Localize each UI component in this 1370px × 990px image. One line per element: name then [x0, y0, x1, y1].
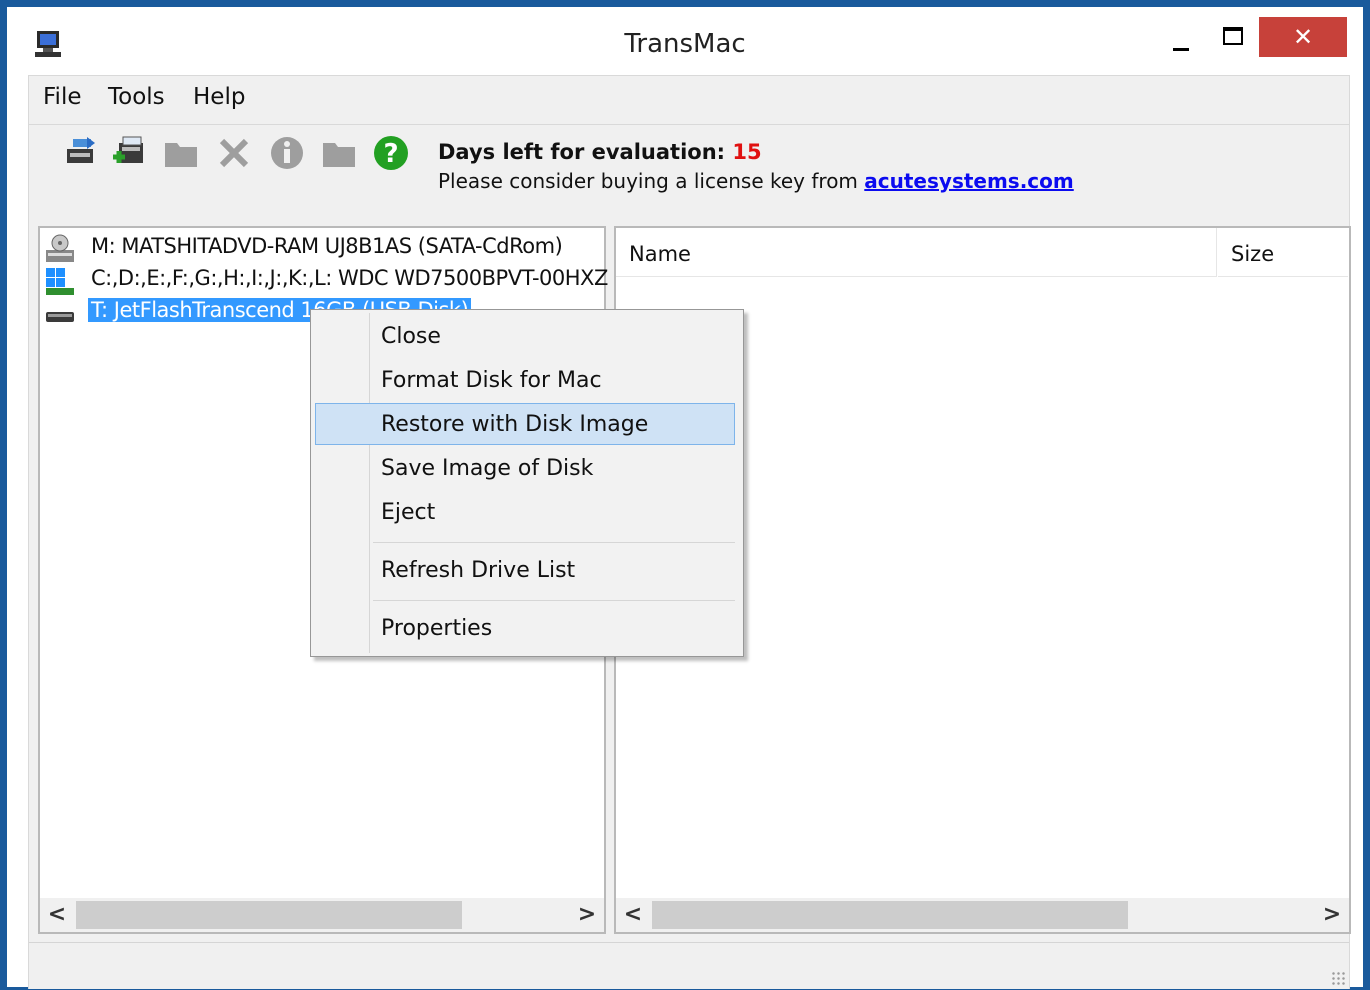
folder-icon[interactable]: [163, 135, 199, 171]
context-menu: Close Format Disk for Mac Restore with D…: [310, 309, 744, 657]
column-header-size[interactable]: Size: [1218, 228, 1348, 277]
menu-item-label: Close: [381, 324, 441, 349]
license-link[interactable]: acutesystems.com: [864, 169, 1073, 193]
scroll-left-arrow[interactable]: <: [40, 898, 74, 932]
menu-item-save-image[interactable]: Save Image of Disk: [315, 447, 735, 489]
drive-label: C:,D:,E:,F:,G:,H:,I:,J:,K:,L: WDC WD7500…: [91, 266, 608, 290]
scroll-left-arrow[interactable]: <: [616, 898, 650, 932]
list-horizontal-scrollbar[interactable]: < >: [616, 898, 1349, 932]
license-text: Please consider buying a license key fro…: [438, 169, 858, 193]
info-icon[interactable]: [269, 135, 305, 171]
menu-item-label: Save Image of Disk: [381, 456, 594, 481]
resize-grip-icon[interactable]: [1331, 971, 1345, 985]
menu-item-properties[interactable]: Properties: [315, 607, 735, 649]
menu-item-format-disk[interactable]: Format Disk for Mac: [315, 359, 735, 401]
menu-item-label: Restore with Disk Image: [381, 412, 649, 437]
menu-separator: [373, 542, 735, 543]
evaluation-label: Days left for evaluation:: [438, 140, 726, 164]
menu-item-label: Properties: [381, 616, 493, 641]
transmac-window: TransMac ✕ File Tools Help ? Days left f…: [0, 0, 1370, 990]
menu-item-refresh-drive-list[interactable]: Refresh Drive List: [315, 549, 735, 591]
evaluation-days: 15: [732, 140, 762, 164]
menu-help[interactable]: Help: [193, 84, 245, 110]
svg-text:?: ?: [383, 139, 398, 169]
menu-bar: File Tools Help: [29, 76, 1349, 118]
license-notice: Please consider buying a license key fro…: [438, 169, 1074, 193]
scroll-right-arrow[interactable]: >: [570, 898, 604, 932]
scroll-right-arrow[interactable]: >: [1315, 898, 1349, 932]
maximize-button[interactable]: [1209, 17, 1257, 57]
drive-label: M: MATSHITADVD-RAM UJ8B1AS (SATA-CdRom): [91, 234, 563, 258]
toolbar: ? Days left for evaluation: 15 Please co…: [29, 124, 1349, 217]
scroll-thumb[interactable]: [652, 901, 1128, 929]
tree-horizontal-scrollbar[interactable]: < >: [40, 898, 604, 932]
menu-item-label: Refresh Drive List: [381, 558, 576, 583]
open-disk-image-icon[interactable]: [63, 135, 99, 171]
usb-drive-icon: [46, 312, 74, 322]
title-bar: TransMac ✕: [7, 7, 1363, 75]
scroll-thumb[interactable]: [76, 901, 462, 929]
evaluation-notice: Days left for evaluation: 15: [438, 140, 762, 164]
hard-drive-icon: [46, 268, 74, 295]
minimize-button[interactable]: [1159, 17, 1205, 57]
close-window-button[interactable]: ✕: [1259, 17, 1347, 57]
column-header-name[interactable]: Name: [616, 228, 1217, 277]
menu-item-label: Format Disk for Mac: [381, 368, 602, 393]
delete-icon[interactable]: [216, 135, 252, 171]
new-folder-icon[interactable]: [321, 135, 357, 171]
menu-item-close[interactable]: Close: [315, 315, 735, 357]
menu-file[interactable]: File: [43, 84, 82, 110]
menu-separator: [373, 600, 735, 601]
new-disk-image-icon[interactable]: [111, 135, 147, 171]
menu-item-restore-disk-image[interactable]: Restore with Disk Image: [315, 403, 735, 445]
help-icon[interactable]: ?: [373, 135, 409, 171]
cdrom-drive-icon: [46, 234, 74, 262]
menu-item-eject[interactable]: Eject: [315, 491, 735, 533]
status-bar: [29, 942, 1349, 989]
column-size-label: Size: [1231, 242, 1275, 266]
menu-tools[interactable]: Tools: [108, 84, 165, 110]
menu-item-label: Eject: [381, 500, 436, 525]
column-name-label: Name: [629, 242, 691, 266]
